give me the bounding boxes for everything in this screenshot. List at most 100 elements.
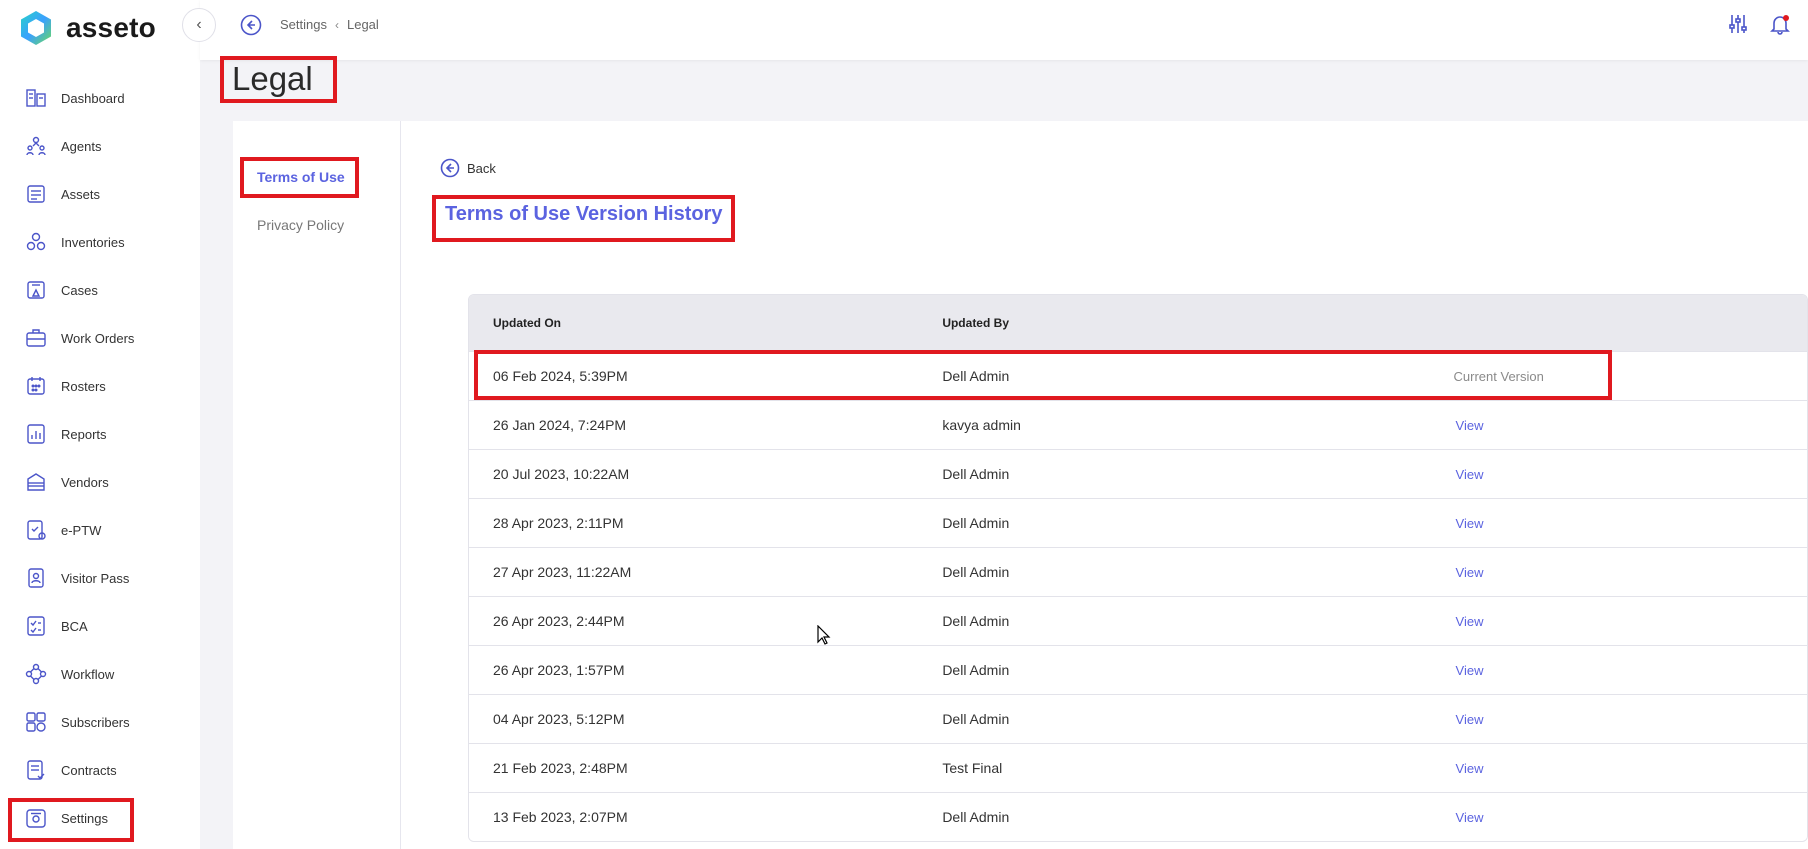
sidebar-item-subscribers[interactable]: Subscribers [0, 698, 200, 746]
cell-updated-by: Dell Admin [942, 809, 1010, 825]
view-link[interactable]: View [1456, 565, 1484, 580]
table-row: 21 Feb 2023, 2:48PM Test Final View [469, 743, 1807, 792]
cell-updated-by: Dell Admin [942, 613, 1010, 629]
chevron-left-icon: ‹ [196, 16, 202, 33]
notification-bell-icon[interactable] [1768, 12, 1792, 36]
cell-updated-on: 13 Feb 2023, 2:07PM [493, 809, 628, 825]
back-circle-icon [440, 158, 460, 178]
sidebar-item-vendors[interactable]: Vendors [0, 458, 200, 506]
table-row: 27 Apr 2023, 11:22AM Dell Admin View [469, 547, 1807, 596]
sidebar-item-reports[interactable]: Reports [0, 410, 200, 458]
inventories-icon [25, 231, 47, 253]
cell-updated-on: 27 Apr 2023, 11:22AM [493, 564, 632, 580]
table-header: Updated On Updated By [469, 295, 1807, 351]
cell-updated-by: Test Final [942, 760, 1003, 776]
sidebar-item-label: Rosters [61, 378, 106, 394]
cell-updated-on: 06 Feb 2024, 5:39PM [493, 368, 628, 384]
table-row: 13 Feb 2023, 2:07PM Dell Admin View [469, 792, 1807, 841]
sidebar-item-label: Contracts [61, 762, 117, 778]
legal-subnav: Terms of Use Privacy Policy [233, 121, 401, 849]
asseto-logo-icon [21, 11, 51, 45]
table-row: 26 Apr 2023, 2:44PM Dell Admin View [469, 596, 1807, 645]
section-title: Terms of Use Version History [445, 203, 723, 225]
cell-updated-on: 26 Jan 2024, 7:24PM [493, 417, 627, 433]
cell-updated-on: 21 Feb 2023, 2:48PM [493, 760, 628, 776]
sidebar-item-assets[interactable]: Assets [0, 170, 200, 218]
sidebar-item-agents[interactable]: Agents [0, 122, 200, 170]
page-title: Legal [232, 60, 313, 97]
sidebar-item-label: Visitor Pass [61, 570, 130, 586]
sidebar-item-settings[interactable]: Settings [0, 794, 200, 842]
view-link[interactable]: View [1456, 467, 1484, 482]
filter-sliders-icon[interactable] [1726, 12, 1750, 36]
cell-updated-by: Dell Admin [942, 662, 1010, 678]
cell-updated-on: 26 Apr 2023, 2:44PM [493, 613, 625, 629]
cell-updated-on: 28 Apr 2023, 2:11PM [493, 515, 624, 531]
sidebar-item-label: Cases [61, 282, 98, 298]
sidebar-item-label: Agents [61, 138, 102, 154]
back-button[interactable]: Back [440, 158, 496, 178]
cell-updated-by: Dell Admin [942, 711, 1010, 727]
cell-updated-by: Dell Admin [942, 515, 1010, 531]
contracts-icon [25, 759, 47, 781]
chevron-left-icon: ‹ [334, 17, 339, 32]
header-updated-on: Updated On [493, 316, 561, 330]
sidebar: asseto Dashboard Agents Assets Inventori… [0, 0, 200, 849]
view-link[interactable]: View [1456, 614, 1484, 629]
cell-updated-by: Dell Admin [942, 564, 1010, 580]
view-link[interactable]: View [1456, 516, 1484, 531]
sidebar-item-inventories[interactable]: Inventories [0, 218, 200, 266]
visitor-pass-icon [25, 567, 47, 589]
breadcrumb-settings[interactable]: Settings [280, 17, 327, 32]
sidebar-item-workflow[interactable]: Workflow [0, 650, 200, 698]
sidebar-item-label: Subscribers [61, 714, 130, 730]
logo[interactable]: asseto [20, 8, 156, 48]
table-row: 20 Jul 2023, 10:22AM Dell Admin View [469, 449, 1807, 498]
cell-updated-by: Dell Admin [942, 466, 1010, 482]
sidebar-item-dashboard[interactable]: Dashboard [0, 74, 200, 122]
eptw-icon [25, 519, 47, 541]
dashboard-icon [25, 87, 47, 109]
view-link[interactable]: View [1456, 761, 1484, 776]
sidebar-item-cases[interactable]: Cases [0, 266, 200, 314]
sidebar-item-contracts[interactable]: Contracts [0, 746, 200, 794]
view-link[interactable]: View [1456, 810, 1484, 825]
subnav-terms-of-use[interactable]: Terms of Use [257, 169, 345, 185]
breadcrumb: Settings ‹ Legal [280, 17, 379, 32]
sidebar-item-bca[interactable]: BCA [0, 602, 200, 650]
sidebar-item-label: e-PTW [61, 522, 102, 538]
topbar-actions [1726, 12, 1792, 36]
table-row: 04 Apr 2023, 5:12PM Dell Admin View [469, 694, 1807, 743]
table-row: 28 Apr 2023, 2:11PM Dell Admin View [469, 498, 1807, 547]
bca-icon [25, 615, 47, 637]
sidebar-item-label: Dashboard [61, 90, 125, 106]
table-row: 06 Feb 2024, 5:39PM Dell Admin Current V… [469, 351, 1807, 400]
workflow-icon [25, 663, 47, 685]
sidebar-collapse-button[interactable]: ‹ [182, 8, 216, 42]
rosters-icon [25, 375, 47, 397]
current-version-label: Current Version [1453, 369, 1544, 384]
settings-icon [25, 807, 47, 829]
view-link[interactable]: View [1456, 418, 1484, 433]
reports-icon [25, 423, 47, 445]
sidebar-item-label: Inventories [61, 234, 125, 250]
cases-icon [25, 279, 47, 301]
back-circle-icon[interactable] [240, 14, 262, 36]
sidebar-item-work-orders[interactable]: Work Orders [0, 314, 200, 362]
table-row: 26 Jan 2024, 7:24PM kavya admin View [469, 400, 1807, 449]
sidebar-item-label: Assets [61, 186, 101, 202]
work-orders-icon [25, 327, 47, 349]
version-history-table: Updated On Updated By 06 Feb 2024, 5:39P… [468, 294, 1808, 842]
sidebar-item-eptw[interactable]: e-PTW [0, 506, 200, 554]
sidebar-item-label: Settings [61, 810, 108, 826]
view-link[interactable]: View [1456, 663, 1484, 678]
subnav-privacy-policy[interactable]: Privacy Policy [257, 217, 344, 233]
sidebar-item-rosters[interactable]: Rosters [0, 362, 200, 410]
back-label: Back [467, 160, 496, 176]
cell-updated-by: Dell Admin [942, 368, 1010, 384]
legal-content-card: Terms of Use Privacy Policy Back Terms o… [233, 121, 1808, 849]
sidebar-item-visitor-pass[interactable]: Visitor Pass [0, 554, 200, 602]
sidebar-item-label: BCA [61, 618, 88, 634]
sidebar-nav: Dashboard Agents Assets Inventories Case… [0, 74, 200, 842]
view-link[interactable]: View [1456, 712, 1484, 727]
